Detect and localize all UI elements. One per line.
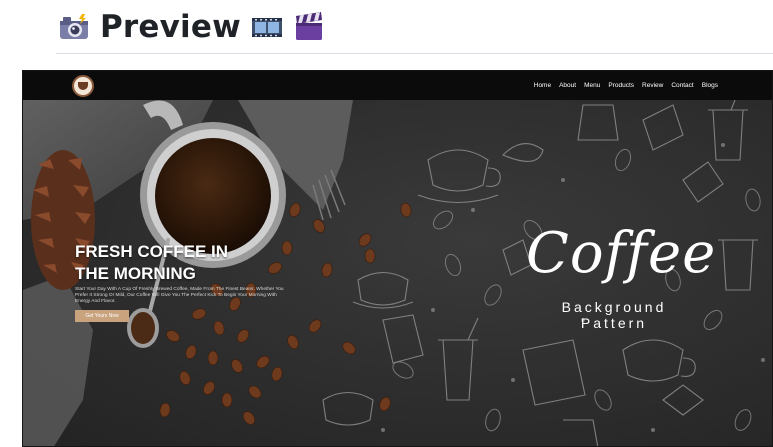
hero-title-line-1: FRESH COFFEE IN [75, 242, 229, 261]
coffee-script-heading: Coffee [526, 221, 717, 286]
nav-link-products[interactable]: Products [608, 81, 634, 90]
caption-line-2: Pattern [580, 315, 648, 331]
hero-section: FRESH COFFEE IN THE MORNING Start Your D… [23, 100, 772, 446]
preview-title: Preview [100, 9, 241, 45]
heading-divider [56, 53, 773, 54]
caption-line-1: Background [561, 299, 667, 315]
film-frames-icon [251, 11, 283, 43]
nav-link-review[interactable]: Review [642, 81, 663, 90]
site-navbar: Home About Menu Products Review Contact … [23, 71, 772, 100]
coffee-logo-icon[interactable] [72, 75, 94, 97]
nav-link-contact[interactable]: Contact [671, 81, 693, 90]
hero-description: Start Your Day With A Cup Of Freshly Bre… [75, 287, 284, 305]
website-preview: Home About Menu Products Review Contact … [22, 70, 773, 447]
preview-heading: Preview [58, 6, 325, 48]
nav-link-blogs[interactable]: Blogs [702, 81, 718, 90]
nav-link-about[interactable]: About [559, 81, 576, 90]
hero-title: FRESH COFFEE IN THE MORNING [75, 241, 275, 285]
background-pattern-caption: Background Pattern [539, 299, 689, 331]
hero-title-line-2: THE MORNING [75, 264, 196, 283]
camera-with-flash-icon [58, 11, 90, 43]
get-yours-now-button[interactable]: Get Yours Now [75, 310, 129, 322]
nav-menu: Home About Menu Products Review Contact … [534, 81, 718, 90]
clapper-board-icon [293, 11, 325, 43]
nav-link-menu[interactable]: Menu [584, 81, 600, 90]
nav-link-home[interactable]: Home [534, 81, 551, 90]
